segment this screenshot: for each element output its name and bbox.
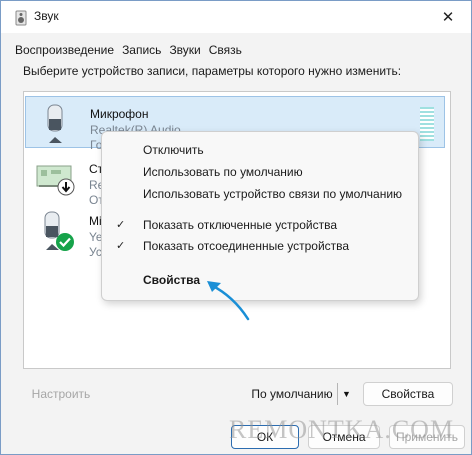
- set-default-button[interactable]: По умолчанию: [243, 382, 341, 406]
- tab-communications[interactable]: Связь: [209, 43, 242, 60]
- tab-playback[interactable]: Воспроизведение: [15, 43, 114, 60]
- check-icon: ✓: [116, 219, 126, 231]
- menu-item-label: Использовать по умолчанию: [143, 165, 303, 179]
- tab-strip: Воспроизведение Запись Звуки Связь: [15, 43, 250, 60]
- menu-item-disable[interactable]: Отключить: [102, 140, 418, 162]
- configure-button[interactable]: Настроить: [21, 382, 101, 406]
- menu-item-label: Использовать устройство связи по умолчан…: [143, 187, 403, 201]
- level-meter: [420, 107, 434, 141]
- menu-item-set-default-communication[interactable]: Использовать устройство связи по умолчан…: [102, 184, 418, 206]
- check-icon: ✓: [116, 240, 126, 252]
- menu-item-show-disabled[interactable]: ✓ Показать отключенные устройства: [102, 215, 418, 237]
- microphone-icon: [36, 103, 76, 147]
- close-button[interactable]: ✕: [425, 1, 471, 33]
- chevron-down-icon[interactable]: ▼: [342, 389, 351, 399]
- close-icon: ✕: [441, 9, 455, 26]
- menu-item-label: Отключить: [143, 143, 204, 157]
- properties-button[interactable]: Свойства: [363, 382, 453, 406]
- green-check-badge-icon: [56, 233, 74, 251]
- menu-item-label: Показать отсоединенные устройства: [143, 239, 350, 253]
- microphone-icon: [35, 210, 75, 254]
- sound-card-icon: [35, 158, 75, 202]
- menu-item-show-disconnected[interactable]: ✓ Показать отсоединенные устройства: [102, 236, 418, 258]
- pointer-arrow-icon: [207, 281, 250, 321]
- title-bar: Звук ✕: [1, 1, 471, 33]
- menu-item-label: Показать отключенные устройства: [143, 218, 338, 232]
- watermark: REMONTKA.COM: [229, 415, 455, 444]
- menu-item-set-default[interactable]: Использовать по умолчанию: [102, 162, 418, 184]
- tab-recording[interactable]: Запись: [122, 43, 161, 60]
- device-name: Микрофон: [90, 107, 149, 121]
- instruction-text: Выберите устройство записи, параметры ко…: [23, 64, 402, 78]
- sound-dialog-window: Звук ✕ Воспроизведение Запись Звуки Связ…: [0, 0, 472, 455]
- window-title: Звук: [34, 9, 59, 23]
- arrow-down-badge-icon: [57, 178, 75, 196]
- menu-item-label: Свойства: [143, 273, 201, 287]
- speaker-icon: [13, 10, 29, 29]
- split-divider: [337, 383, 338, 405]
- tab-sounds[interactable]: Звуки: [169, 43, 200, 60]
